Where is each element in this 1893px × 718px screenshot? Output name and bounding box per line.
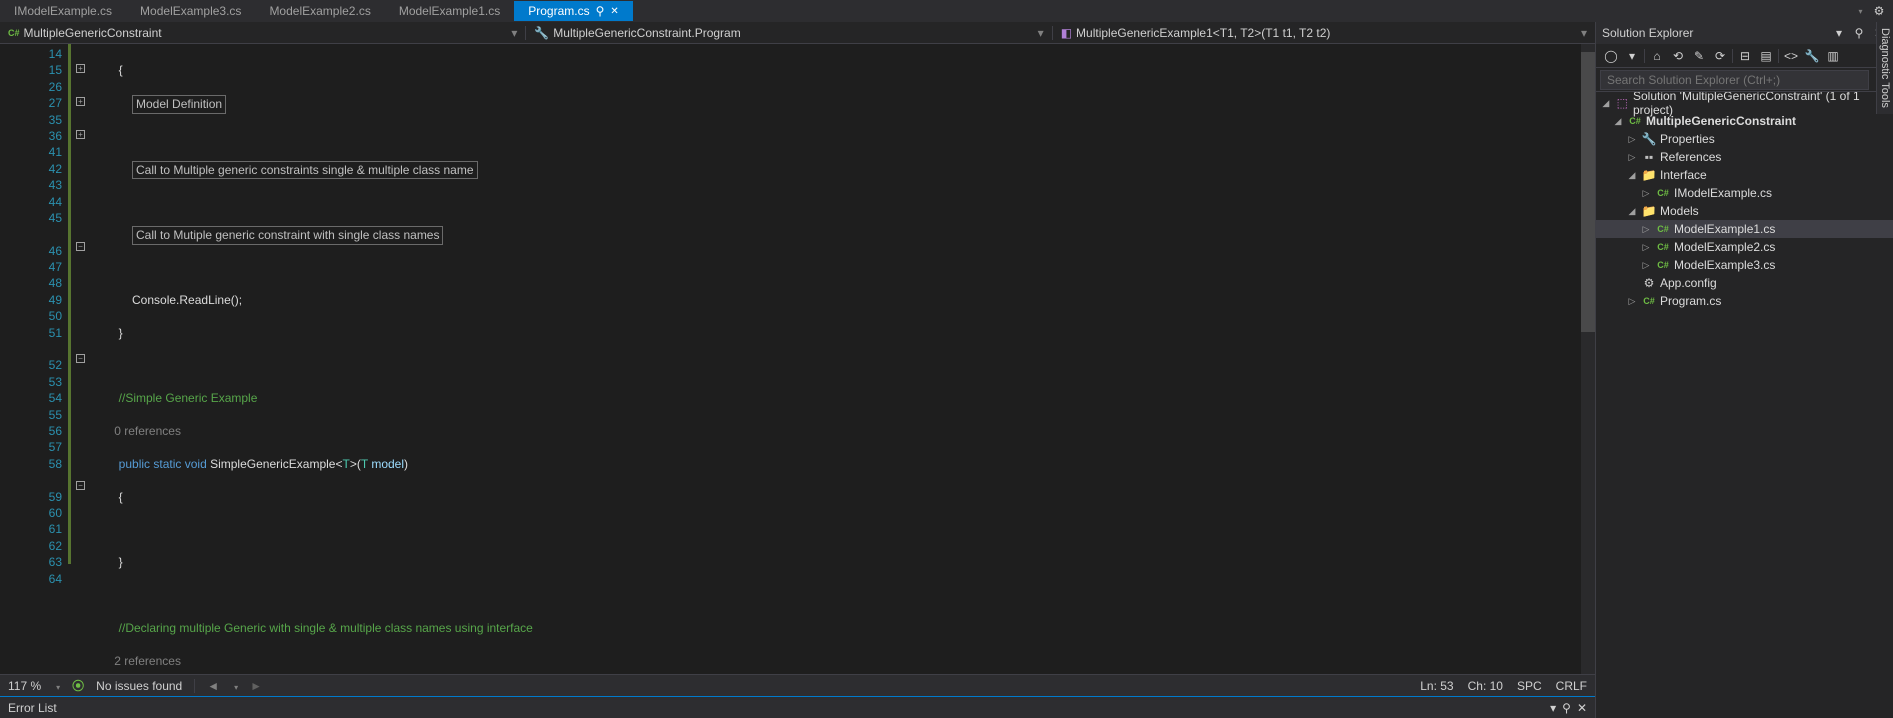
nav-member-dropdown[interactable]: ◧ MultipleGenericExample1<T1, T2>(T1 t1,… <box>1053 26 1595 40</box>
panel-close-icon[interactable]: ✕ <box>1577 701 1587 715</box>
show-all-files-icon[interactable]: ▤ <box>1757 47 1775 65</box>
collapsed-region[interactable]: Call to Mutiple generic constraint with … <box>132 226 443 244</box>
window-pin-icon[interactable]: ⚲ <box>1851 25 1867 41</box>
solution-tree: ◢⬚ Solution 'MultipleGenericConstraint' … <box>1596 92 1893 718</box>
editor-status-bar: 117 % ⦿ No issues found ◄ ► Ln: 53 Ch: 1… <box>0 674 1595 696</box>
nav-class-dropdown[interactable]: 🔧 MultipleGenericConstraint.Program▾ <box>526 26 1052 40</box>
code-nav-bar: C# MultipleGenericConstraint▾ 🔧 Multiple… <box>0 22 1595 44</box>
change-margin <box>68 44 76 674</box>
properties-icon[interactable]: <> <box>1782 47 1800 65</box>
collapse-all-icon[interactable]: ⊟ <box>1736 47 1754 65</box>
no-issues-icon: ⦿ <box>72 677 84 694</box>
properties-node[interactable]: ▷🔧 Properties <box>1596 130 1893 148</box>
fold-expand-icon[interactable]: + <box>76 130 85 139</box>
pending-changes-icon[interactable]: ✎ <box>1690 47 1708 65</box>
solution-search: 🔍 <box>1596 68 1893 92</box>
folder-icon: 📁 <box>1641 203 1657 219</box>
line-number-gutter: 1415262735364142434445464748495051525354… <box>0 44 68 674</box>
panel-dropdown-icon[interactable]: ▾ <box>1550 701 1556 715</box>
method-icon: ◧ <box>1061 26 1072 40</box>
tab-modelexample1[interactable]: ModelExample1.cs <box>385 1 514 21</box>
cursor-line: Ln: 53 <box>1420 679 1453 693</box>
references-icon: ▪▪ <box>1641 149 1657 165</box>
indent-mode[interactable]: SPC <box>1517 679 1542 693</box>
back-icon[interactable]: ◯ <box>1602 47 1620 65</box>
solution-explorer-toolbar: ◯ ▾ ⌂ ⟲ ✎ ⟳ ⊟ ▤ <> 🔧 ▥ <box>1596 44 1893 68</box>
zoom-dropdown[interactable] <box>53 679 60 693</box>
solution-icon: ⬚ <box>1615 95 1630 111</box>
forward-icon[interactable]: ▾ <box>1623 47 1641 65</box>
code-editor[interactable]: 1415262735364142434445464748495051525354… <box>0 44 1595 674</box>
csharp-file-icon: C# <box>1641 293 1657 309</box>
zoom-level[interactable]: 117 % <box>8 679 41 693</box>
view-icon[interactable]: ▥ <box>1824 47 1842 65</box>
config-file-icon: ⚙ <box>1641 275 1657 291</box>
fold-expand-icon[interactable]: + <box>76 64 85 73</box>
collapsed-region[interactable]: Call to Multiple generic constraints sin… <box>132 161 477 179</box>
window-dropdown-icon[interactable]: ▾ <box>1831 25 1847 41</box>
refresh-icon[interactable]: ⟳ <box>1711 47 1729 65</box>
scroll-thumb[interactable] <box>1581 52 1595 332</box>
vertical-scrollbar[interactable] <box>1581 44 1595 674</box>
nav-forward-icon[interactable]: ► <box>250 679 262 693</box>
csharp-file-icon: C# <box>1655 257 1671 273</box>
folder-icon: 📁 <box>1641 167 1657 183</box>
class-icon: 🔧 <box>534 26 549 40</box>
solution-node[interactable]: ◢⬚ Solution 'MultipleGenericConstraint' … <box>1596 94 1893 112</box>
cursor-char: Ch: 10 <box>1468 679 1503 693</box>
file-imodelexample[interactable]: ▷C# IModelExample.cs <box>1596 184 1893 202</box>
file-modelexample1[interactable]: ▷C# ModelExample1.cs <box>1596 220 1893 238</box>
interface-folder-node[interactable]: ◢📁 Interface <box>1596 166 1893 184</box>
csharp-project-icon: C# <box>8 28 20 38</box>
csharp-project-icon: C# <box>1627 113 1643 129</box>
nav-dropdown[interactable] <box>231 679 238 693</box>
csharp-file-icon: C# <box>1655 221 1671 237</box>
nav-project-dropdown[interactable]: C# MultipleGenericConstraint▾ <box>0 26 526 40</box>
solution-explorer: Solution Explorer ▾ ⚲ ✕ ◯ ▾ ⌂ ⟲ ✎ ⟳ ⊟ ▤ … <box>1595 22 1893 718</box>
tab-imodelexample[interactable]: IModelExample.cs <box>0 1 126 21</box>
fold-collapse-icon[interactable]: − <box>76 354 85 363</box>
csharp-file-icon: C# <box>1655 239 1671 255</box>
file-modelexample2[interactable]: ▷C# ModelExample2.cs <box>1596 238 1893 256</box>
wrench-icon: 🔧 <box>1641 131 1657 147</box>
fold-expand-icon[interactable]: + <box>76 97 85 106</box>
csharp-file-icon: C# <box>1655 185 1671 201</box>
fold-collapse-icon[interactable]: − <box>76 242 85 251</box>
issues-status[interactable]: No issues found <box>96 679 182 693</box>
tab-modelexample3[interactable]: ModelExample3.cs <box>126 1 255 21</box>
panel-pin-icon[interactable]: ⚲ <box>1562 701 1571 715</box>
references-node[interactable]: ▷▪▪ References <box>1596 148 1893 166</box>
document-tabs: IModelExample.cs ModelExample3.cs ModelE… <box>0 0 1893 22</box>
models-folder-node[interactable]: ◢📁 Models <box>1596 202 1893 220</box>
solution-explorer-title: Solution Explorer ▾ ⚲ ✕ <box>1596 22 1893 44</box>
solution-search-input[interactable] <box>1600 70 1869 90</box>
home-icon[interactable]: ⌂ <box>1648 47 1666 65</box>
tab-modelexample2[interactable]: ModelExample2.cs <box>255 1 384 21</box>
collapsed-region[interactable]: Model Definition <box>132 95 226 113</box>
tab-overflow-dropdown[interactable] <box>1851 3 1867 19</box>
settings-gear-icon[interactable]: ⚙ <box>1871 3 1887 19</box>
file-appconfig[interactable]: ⚙ App.config <box>1596 274 1893 292</box>
sync-icon[interactable]: ⟲ <box>1669 47 1687 65</box>
fold-collapse-icon[interactable]: − <box>76 481 85 490</box>
line-ending[interactable]: CRLF <box>1556 679 1587 693</box>
folding-column: + + + − − − <box>76 44 88 674</box>
close-tab-icon[interactable]: ✕ <box>610 6 618 17</box>
error-list-panel[interactable]: Error List ▾ ⚲ ✕ <box>0 696 1595 718</box>
diagnostic-tools-tab[interactable]: Diagnostic Tools <box>1876 22 1893 114</box>
file-program[interactable]: ▷C# Program.cs <box>1596 292 1893 310</box>
file-modelexample3[interactable]: ▷C# ModelExample3.cs <box>1596 256 1893 274</box>
code-text[interactable]: { Model Definition Call to Multiple gene… <box>88 44 1595 674</box>
nav-back-icon[interactable]: ◄ <box>207 679 219 693</box>
preview-icon[interactable]: 🔧 <box>1803 47 1821 65</box>
pin-icon[interactable]: ⚲ <box>596 4 605 18</box>
tab-program-active[interactable]: Program.cs ⚲ ✕ <box>514 1 633 21</box>
